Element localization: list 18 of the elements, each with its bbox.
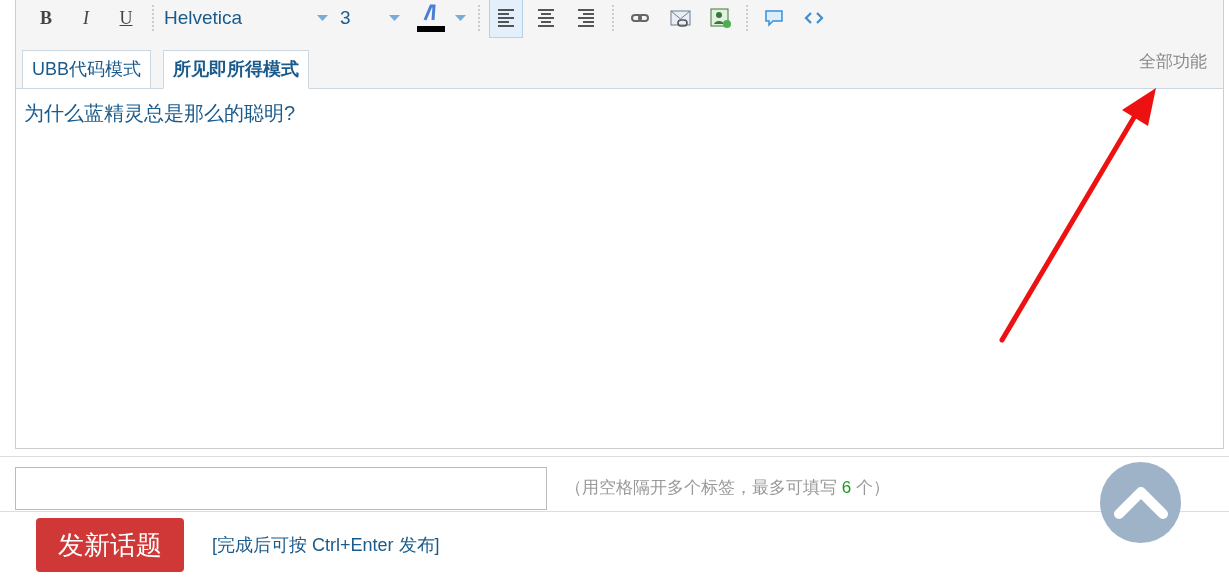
align-left-icon[interactable]: [489, 0, 523, 38]
shortcut-hint: [完成后可按 Ctrl+Enter 发布]: [212, 533, 440, 557]
chevron-up-icon: [1112, 485, 1169, 520]
mode-tab[interactable]: UBB代码模式: [22, 50, 151, 89]
dropdown[interactable]: Helvetica: [160, 3, 336, 33]
editor-text: 为什么蓝精灵总是那么的聪明?: [23, 101, 297, 126]
post-topic-button[interactable]: 发新话题: [36, 518, 184, 572]
bold-button[interactable]: B: [26, 3, 66, 33]
caret-icon: [317, 14, 328, 22]
dropdown[interactable]: 3: [336, 3, 408, 33]
tags-hint: （用空格隔开多个标签，最多可填写 6 个）: [565, 477, 890, 500]
caret-icon: [455, 14, 466, 22]
tags-input[interactable]: [15, 466, 547, 510]
mode-tab[interactable]: 所见即所得模式: [163, 50, 309, 89]
underline-button[interactable]: U: [106, 3, 146, 33]
font-color-icon: [416, 4, 446, 32]
caret-icon: [389, 14, 400, 22]
italic-button[interactable]: I: [66, 3, 106, 33]
